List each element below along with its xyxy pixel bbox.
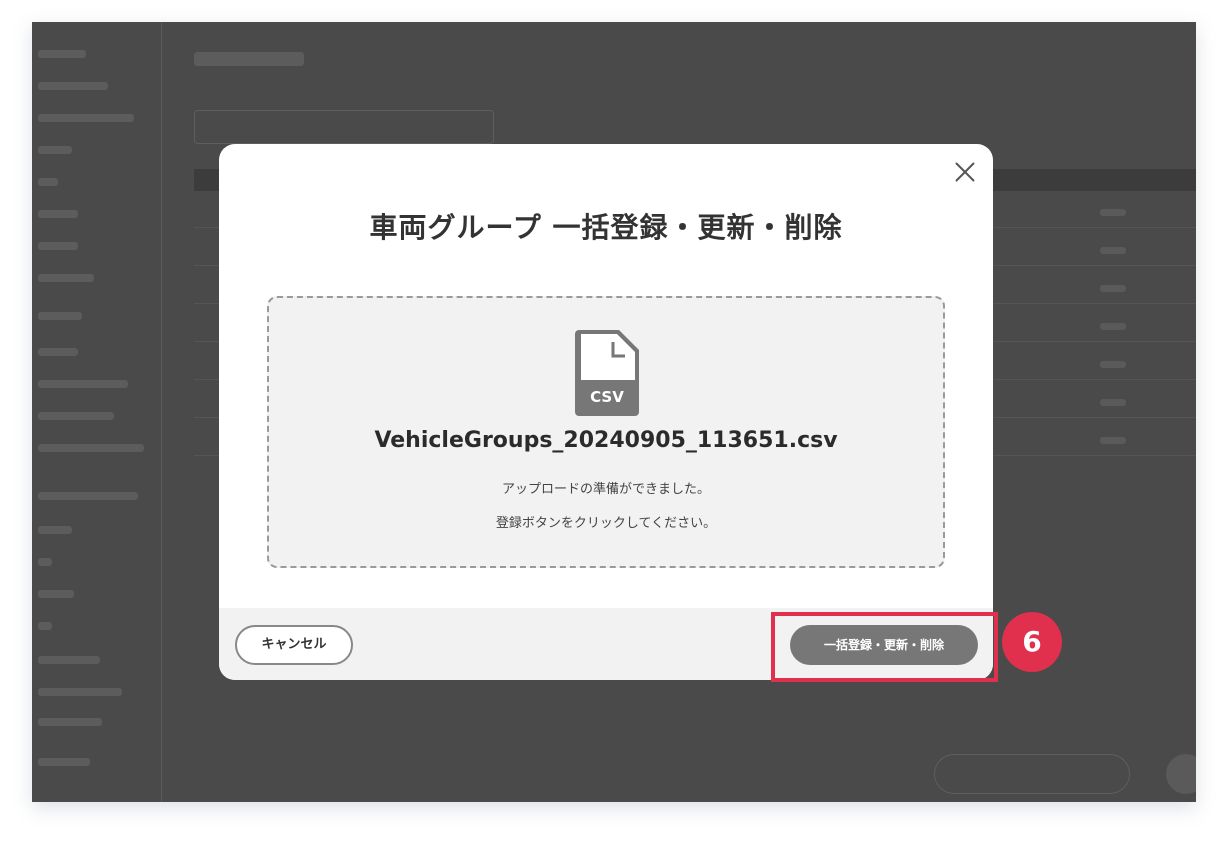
background-add-button: [934, 754, 1130, 794]
step-badge: 6: [1002, 612, 1062, 672]
background-search-box: [194, 110, 494, 144]
close-icon[interactable]: [951, 158, 979, 186]
csv-file-icon-label: CSV: [590, 388, 624, 406]
ready-message: アップロードの準備ができました。: [501, 482, 710, 497]
csv-file-icon: CSV: [575, 330, 639, 416]
modal-title: 車両グループ 一括登録・更新・削除: [369, 211, 843, 244]
background-sidebar: [32, 22, 162, 802]
bulk-upload-modal: 車両グループ 一括登録・更新・削除 CSV VehicleGroups_2024…: [219, 144, 993, 680]
instruction-message: 登録ボタンをクリックしてください。: [495, 516, 717, 531]
file-name: VehicleGroups_20240905_113651.csv: [374, 428, 838, 453]
bulk-register-update-delete-button[interactable]: 一括登録・更新・削除: [790, 625, 978, 665]
background-fab: [1166, 754, 1196, 794]
file-drop-zone[interactable]: CSV VehicleGroups_20240905_113651.csv アッ…: [267, 296, 945, 568]
cancel-button[interactable]: キャンセル: [235, 625, 353, 665]
background-page-title: [194, 52, 304, 66]
